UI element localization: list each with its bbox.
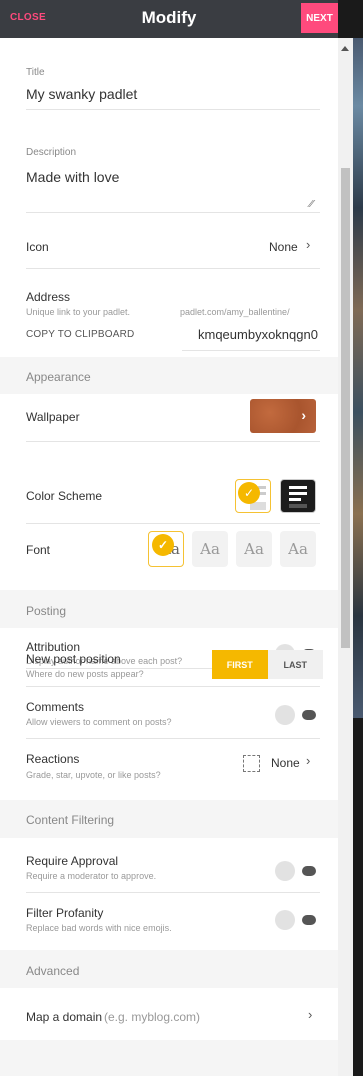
check-icon: ✓ (152, 534, 174, 556)
address-label: Address (26, 290, 71, 304)
color-scheme-dark[interactable] (280, 479, 316, 513)
color-scheme-label: Color Scheme (26, 489, 103, 503)
divider (26, 686, 320, 687)
divider (26, 212, 320, 213)
wallpaper-label: Wallpaper (26, 410, 80, 424)
address-sub: Unique link to your padlet. (26, 307, 131, 317)
reactions-value[interactable]: None (271, 756, 300, 770)
description-input[interactable]: Made with love (26, 169, 119, 185)
new-post-position-sub: Where do new posts appear? (26, 669, 144, 679)
icon-label: Icon (26, 240, 49, 254)
font-sample: Aa (200, 540, 220, 558)
scroll-up-icon[interactable] (341, 46, 349, 51)
reactions-sub: Grade, star, upvote, or like posts? (26, 770, 161, 780)
comments-label: Comments (26, 700, 85, 714)
appearance-section-label: Appearance (26, 370, 91, 384)
require-approval-toggle[interactable] (275, 861, 295, 881)
description-label: Description (26, 147, 77, 158)
chevron-right-icon[interactable]: › (306, 237, 310, 252)
advanced-section-label: Advanced (26, 964, 80, 978)
advanced-section-header: Advanced (0, 950, 338, 988)
map-domain-hint: (e.g. myblog.com) (104, 1010, 201, 1024)
filter-profanity-sub: Replace bad words with nice emojis. (26, 923, 172, 933)
font-label: Font (26, 543, 51, 557)
filter-profanity-label: Filter Profanity (26, 906, 104, 920)
content-filtering-section-header: Content Filtering (0, 800, 338, 838)
filter-profanity-toggle-track[interactable] (302, 915, 316, 925)
copy-to-clipboard-button[interactable]: COPY TO CLIPBOARD (26, 329, 134, 340)
font-option-4[interactable]: Aa (280, 531, 316, 567)
divider (26, 892, 320, 893)
wallpaper-thumbnail[interactable]: › (250, 399, 316, 433)
posting-section-header: Posting (0, 590, 338, 628)
reaction-placeholder-icon (243, 755, 260, 772)
header-bar: CLOSE Modify NEXT (0, 0, 338, 38)
title-label: Title (26, 67, 45, 78)
title-input[interactable]: My swanky padlet (26, 86, 137, 102)
content-filtering-section-label: Content Filtering (26, 813, 115, 827)
divider (26, 441, 320, 442)
check-icon: ✓ (238, 482, 260, 504)
posting-section-label: Posting (26, 604, 67, 618)
require-approval-sub: Require a moderator to approve. (26, 871, 157, 881)
address-domain: padlet.com/amy_ballentine/ (180, 307, 290, 317)
divider (26, 523, 320, 524)
reactions-label: Reactions (26, 752, 80, 766)
font-option-2[interactable]: Aa (192, 531, 228, 567)
address-slug-input[interactable]: kmqeumbyxoknqgn0 (198, 327, 318, 342)
divider (182, 350, 320, 351)
require-approval-toggle-track[interactable] (302, 866, 316, 876)
new-post-position-segmented: FIRST LAST (212, 650, 323, 679)
font-option-1[interactable]: Aa ✓ (148, 531, 184, 567)
chevron-right-icon[interactable]: › (306, 753, 310, 768)
font-option-3[interactable]: Aa (236, 531, 272, 567)
resize-handle-icon[interactable]: ⁄⁄ (310, 199, 313, 210)
filter-profanity-toggle[interactable] (275, 910, 295, 930)
chevron-right-icon: › (301, 407, 306, 423)
divider (26, 109, 320, 110)
chevron-right-icon[interactable]: › (308, 1007, 312, 1022)
next-button[interactable]: NEXT (301, 3, 338, 33)
font-sample: Aa (244, 540, 264, 558)
divider (26, 268, 320, 269)
page-title: Modify (141, 8, 197, 27)
comments-toggle-track[interactable] (302, 710, 316, 720)
comments-sub: Allow viewers to comment on posts? (26, 717, 172, 727)
new-post-position-label: New post position (26, 652, 121, 666)
color-scheme-light[interactable]: ✓ (235, 479, 271, 513)
divider (26, 738, 320, 739)
font-sample: Aa (288, 540, 308, 558)
last-option[interactable]: LAST (267, 650, 323, 679)
require-approval-label: Require Approval (26, 854, 119, 868)
icon-value[interactable]: None (269, 240, 298, 254)
scrollbar-thumb[interactable] (341, 168, 350, 648)
comments-toggle[interactable] (275, 705, 295, 725)
appearance-section-header: Appearance (0, 357, 338, 394)
background-padlet-strip (353, 38, 363, 718)
first-option[interactable]: FIRST (212, 650, 268, 679)
map-domain-label[interactable]: Map a domain (26, 1010, 102, 1024)
scrollbar[interactable] (338, 38, 353, 1076)
panel-footer (0, 1040, 338, 1076)
